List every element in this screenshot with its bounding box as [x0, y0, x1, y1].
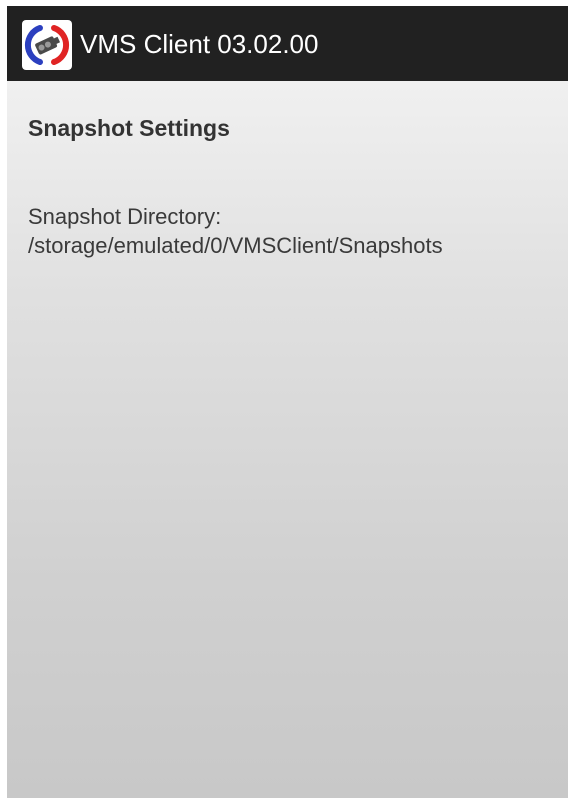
- app-title: VMS Client 03.02.00: [80, 29, 319, 59]
- action-bar: VMS Client 03.02.00: [7, 6, 568, 81]
- camera-app-icon-graphic: [24, 25, 70, 65]
- settings-content: Snapshot Settings Snapshot Directory: /s…: [7, 81, 568, 798]
- section-header-snapshot-settings: Snapshot Settings: [28, 115, 230, 141]
- camera-app-icon[interactable]: [22, 20, 72, 70]
- snapshot-directory-preference[interactable]: Snapshot Directory: /storage/emulated/0/…: [28, 202, 558, 260]
- snapshot-directory-value: /storage/emulated/0/VMSClient/Snapshots: [28, 233, 443, 258]
- snapshot-directory-label: Snapshot Directory:: [28, 204, 222, 229]
- settings-screen: VMS Client 03.02.00 Snapshot Settings Sn…: [7, 6, 568, 798]
